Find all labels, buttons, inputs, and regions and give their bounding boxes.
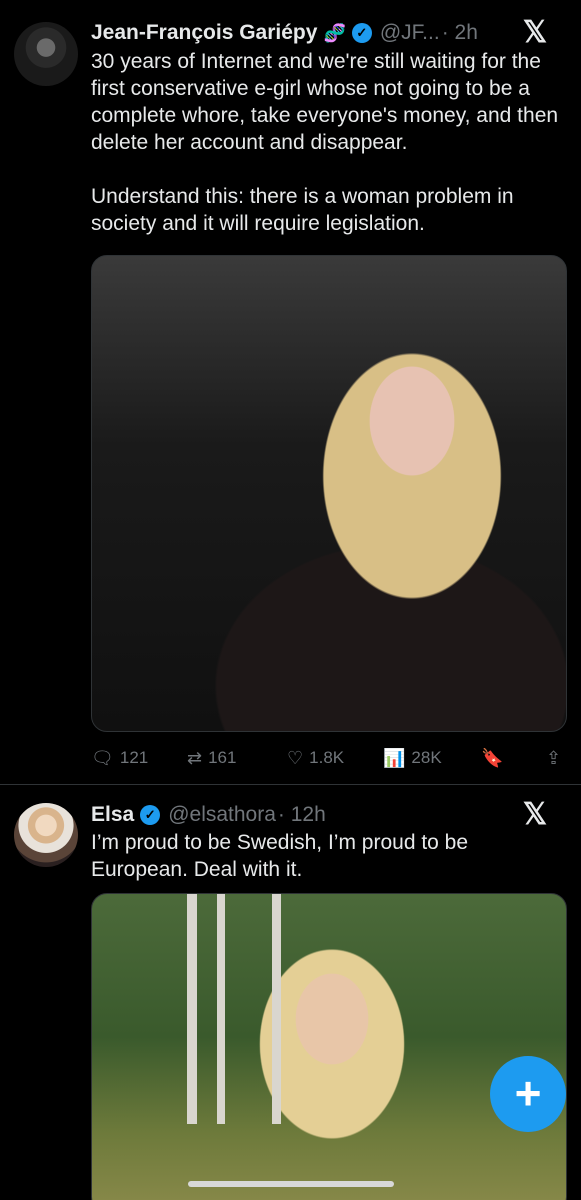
view-count: 28K [411,748,442,767]
author-name[interactable]: Jean-François Gariépy [91,21,317,45]
views-chart-icon: 📊 [383,747,406,768]
birch-trunk [272,894,281,1124]
like-count: 1.8K [309,748,345,767]
views-button[interactable]: 📊 28K [383,748,442,769]
x-logo-icon[interactable]: 𝕏 [523,18,547,48]
heart-icon: ♡ [287,747,304,768]
bookmark-button[interactable]: 🔖 [481,748,503,769]
retweet-icon: ⇄ [187,747,203,768]
tweet-photo[interactable] [91,255,567,732]
like-button[interactable]: ♡ 1.8K [287,748,344,769]
avatar[interactable] [14,803,78,867]
tweet-text: I’m proud to be Swedish, I’m proud to be… [91,831,469,881]
reply-button[interactable]: 🗨 121 [91,748,148,769]
compose-button[interactable]: + [490,1056,566,1132]
timestamp[interactable]: · 12h [278,803,326,827]
tweet-photo[interactable] [91,893,567,1200]
verified-badge-icon: ✓ [351,23,372,43]
tweet-header: Jean-François Gariépy 🧬 ✓ @JF... · 2h 𝕏 [91,18,565,48]
action-bar: 🗨 121 ⇄ 161 ♡ 1.8K 📊 28K 🔖 ⇪ [91,744,567,772]
reply-count: 121 [119,748,149,767]
author-name[interactable]: Elsa [91,803,134,827]
timestamp[interactable]: · 2h [442,21,478,45]
retweet-button[interactable]: ⇄ 161 [187,748,236,769]
bookmark-icon: 🔖 [481,747,504,768]
avatar[interactable] [14,22,78,86]
tweet[interactable]: Jean-François Gariépy 🧬 ✓ @JF... · 2h 𝕏 … [0,0,581,784]
tweet-text: 30 years of Internet and we're still wai… [91,50,559,235]
home-indicator[interactable] [188,1181,394,1187]
reply-icon: 🗨 [91,747,114,768]
verified-badge-icon: ✓ [140,805,161,825]
share-button[interactable]: ⇪ [546,748,561,769]
author-handle[interactable]: @elsathora [168,803,276,827]
retweet-count: 161 [208,748,237,767]
author-handle[interactable]: @JF... [380,21,440,45]
dna-emoji-icon: 🧬 [323,22,346,43]
x-logo-icon[interactable]: 𝕏 [523,800,547,830]
birch-trunk [217,894,225,1124]
birch-trunk [187,894,197,1124]
share-icon: ⇪ [546,747,562,768]
tweet-header: Elsa ✓ @elsathora · 12h 𝕏 [91,800,565,830]
